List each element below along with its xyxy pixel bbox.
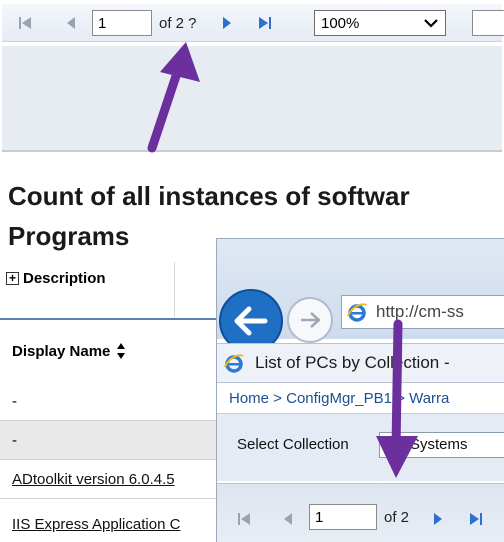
back-arrow-icon [234,306,268,336]
toolbar-panel [2,46,502,152]
chevron-down-icon [424,19,438,28]
previous-page-icon[interactable] [60,12,82,34]
breadcrumb[interactable]: Home > ConfigMgr_PB1 > Warra [217,385,504,411]
page-number-input[interactable] [309,504,377,530]
expand-plus-icon: + [6,272,19,285]
display-name-header-label: Display Name [12,342,111,360]
parameter-area: Select Collection Systems [217,413,504,481]
find-input[interactable] [472,10,504,36]
zoom-value: 100% [321,14,360,32]
column-divider [174,262,175,318]
page-count-text: of 2 ? [159,15,197,32]
description-toggle[interactable]: + Description [6,270,106,287]
address-text: http://cm-ss [376,302,464,321]
tab-title: List of PCs by Collection - [255,353,450,372]
ie-tab-icon [224,354,244,373]
last-page-icon[interactable] [254,12,276,34]
inset-report-toolbar: of 2 [217,483,504,542]
forward-arrow-icon [301,312,321,328]
row-divider [0,498,216,499]
select-collection-label: Select Collection [237,436,349,453]
first-page-icon[interactable] [235,510,253,528]
page-number-input[interactable] [92,10,152,36]
display-name-header[interactable]: Display Name [12,342,126,360]
description-label: Description [23,270,106,287]
report-toolbar: of 2 ? 100% [2,4,504,42]
forward-button[interactable] [287,297,333,343]
page-count-text: of 2 [384,509,410,526]
sort-icon[interactable] [116,342,126,360]
previous-page-icon[interactable] [279,510,297,528]
table-cell: - [12,392,17,410]
inset-pager: of 2 [229,504,504,534]
screenshot-frame: of 2 ? 100% Count of all instances of so… [0,0,504,542]
next-page-icon[interactable] [216,12,238,34]
collection-select-value: Systems [410,436,468,453]
browser-tab[interactable]: List of PCs by Collection - [217,343,504,383]
table-row: - [0,382,216,420]
ie-icon [347,303,367,322]
next-page-icon[interactable] [429,510,447,528]
table-row: IIS Express Application C [0,505,216,542]
software-link[interactable]: IIS Express Application C [12,516,180,533]
table-cell: - [12,431,17,449]
breadcrumb-text: Home > ConfigMgr_PB1 > Warra [229,389,450,407]
table-row: - [0,421,216,459]
last-page-icon[interactable] [467,510,485,528]
report-title-line1: Count of all instances of softwar [8,181,410,211]
browser-inset: http://cm-ss List of PCs by Collection -… [216,238,504,542]
address-bar[interactable]: http://cm-ss [341,295,504,329]
zoom-select[interactable]: 100% [314,10,446,36]
software-link[interactable]: ADtoolkit version 6.0.4.5 [12,471,175,488]
collection-select[interactable]: Systems [379,432,504,458]
table-row: ADtoolkit version 6.0.4.5 [0,460,216,498]
first-page-icon[interactable] [14,12,36,34]
